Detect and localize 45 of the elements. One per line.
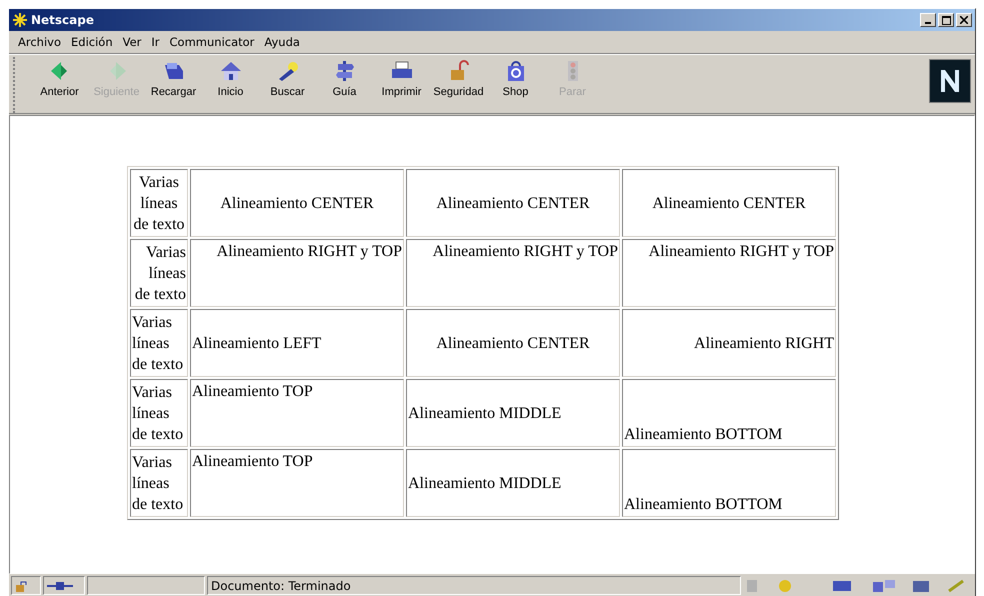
table-cell: Alineamiento TOP — [190, 379, 404, 447]
table-cell: Varias líneas de texto — [130, 449, 188, 517]
toolbar-button[interactable]: Anterior — [31, 57, 88, 113]
close-button[interactable] — [956, 13, 972, 27]
table-cell: Alineamiento CENTER — [406, 309, 620, 377]
menu-item[interactable]: Ir — [146, 35, 165, 49]
toolbar-button[interactable]: Buscar — [259, 57, 316, 113]
table-cell: Alineamiento RIGHT — [622, 309, 836, 377]
menu-item[interactable]: Ayuda — [259, 35, 305, 49]
table-cell: Varias líneas de texto — [130, 239, 188, 307]
table-cell: Varias líneas de texto — [130, 309, 188, 377]
toolbar-button[interactable]: Shop — [487, 57, 544, 113]
menu-item[interactable]: Communicator — [164, 35, 260, 49]
table-cell: Alineamiento CENTER — [406, 169, 620, 237]
menu-item[interactable]: Edición — [66, 35, 118, 49]
menu-item[interactable]: Archivo — [13, 35, 66, 49]
table-cell: Alineamiento BOTTOM — [622, 379, 836, 447]
menu-item[interactable]: Ver — [118, 35, 146, 49]
table-cell: Alineamiento LEFT — [190, 309, 404, 377]
table-cell: Alineamiento RIGHT y TOP — [190, 239, 404, 307]
toolbar-button[interactable]: Inicio — [202, 57, 259, 113]
table-cell: Alineamiento RIGHT y TOP — [622, 239, 836, 307]
table-cell: Alineamiento MIDDLE — [406, 379, 620, 447]
plug-icon — [43, 576, 85, 595]
table-cell: Alineamiento TOP — [190, 449, 404, 517]
toolbar-button[interactable]: Recargar — [145, 57, 202, 113]
close-icon — [960, 16, 968, 24]
window-title: Netscape — [31, 13, 95, 27]
table-cell: Alineamiento BOTTOM — [622, 449, 836, 517]
n-logo-icon — [929, 59, 971, 103]
maximize-icon — [942, 16, 950, 24]
table-cell: Alineamiento RIGHT y TOP — [406, 239, 620, 307]
toolbar-button[interactable]: Imprimir — [373, 57, 430, 113]
toolbar-button[interactable]: Guía — [316, 57, 373, 113]
table-cell: Varias líneas de texto — [130, 169, 188, 237]
table-cell: Alineamiento CENTER — [190, 169, 404, 237]
table-cell: Varias líneas de texto — [130, 379, 188, 447]
maximize-button[interactable] — [938, 13, 954, 27]
table-cell: Alineamiento CENTER — [622, 169, 836, 237]
padlock-icon[interactable] — [11, 576, 41, 595]
table-cell: Alineamiento MIDDLE — [406, 449, 620, 517]
minimize-button[interactable] — [920, 13, 936, 27]
star-logo-icon — [12, 12, 28, 28]
toolbar-button[interactable]: Seguridad — [430, 57, 487, 113]
status-text: Documento: Terminado — [211, 578, 351, 592]
